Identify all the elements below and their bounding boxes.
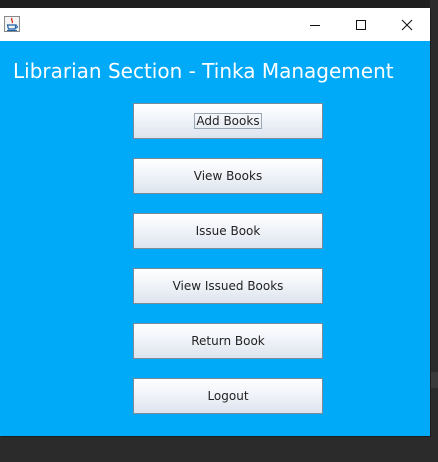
view-books-button[interactable]: View Books [133, 158, 323, 194]
background-editor-strip [0, 0, 438, 8]
button-label: Return Book [191, 334, 265, 348]
minimize-icon [310, 24, 320, 26]
background-editor-edge [430, 0, 438, 462]
logout-button[interactable]: Logout [133, 378, 323, 414]
view-issued-books-button[interactable]: View Issued Books [133, 268, 323, 304]
background-editor-band [430, 372, 438, 388]
minimize-button[interactable] [292, 8, 338, 41]
button-label: Logout [207, 389, 249, 403]
maximize-button[interactable] [338, 8, 384, 41]
issue-book-button[interactable]: Issue Book [133, 213, 323, 249]
title-bar[interactable] [0, 8, 430, 41]
close-icon [401, 19, 413, 30]
button-label: Add Books [194, 113, 262, 129]
content-panel: Librarian Section - Tinka Management Add… [0, 41, 430, 436]
return-book-button[interactable]: Return Book [133, 323, 323, 359]
java-cup-icon[interactable] [4, 16, 20, 32]
librarian-window: Librarian Section - Tinka Management Add… [0, 8, 430, 436]
button-label: Issue Book [195, 224, 261, 238]
button-label: View Issued Books [172, 279, 284, 293]
background-editor-bottom [0, 436, 438, 462]
button-label: View Books [193, 169, 263, 183]
close-button[interactable] [384, 8, 430, 41]
add-books-button[interactable]: Add Books [133, 103, 323, 139]
page-title: Librarian Section - Tinka Management [13, 59, 394, 83]
maximize-icon [356, 19, 366, 30]
